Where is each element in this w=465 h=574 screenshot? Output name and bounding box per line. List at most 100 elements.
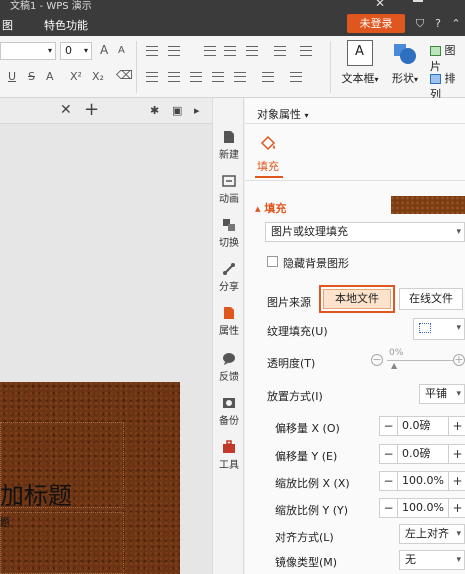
transparency-decrease-button[interactable]: −: [371, 354, 383, 366]
shape-button[interactable]: 形状▾: [388, 40, 422, 86]
scale-y-stepper[interactable]: − 100.0% +: [379, 498, 465, 518]
shrink-font-button[interactable]: A: [118, 45, 125, 56]
offset-x-decrease[interactable]: −: [380, 417, 398, 435]
textbox-button[interactable]: A 文本框▾: [338, 40, 382, 86]
slide[interactable]: 加标题 题: [0, 382, 180, 574]
sidebar-item-properties[interactable]: 属性: [213, 306, 245, 337]
alignment-dropdown[interactable]: 左上对齐 ▾: [399, 524, 465, 544]
offset-y-stepper[interactable]: − 0.0磅 +: [379, 444, 465, 464]
help-icon[interactable]: ?: [432, 18, 444, 30]
scale-y-decrease[interactable]: −: [380, 499, 398, 517]
slide-canvas: 加标题 题: [0, 124, 212, 574]
sidebar-item-toolbox[interactable]: 工具: [213, 440, 245, 471]
transition-icon: [223, 219, 235, 231]
hide-background-checkbox[interactable]: [267, 256, 278, 267]
texture-fill-dropdown[interactable]: ▾: [413, 318, 465, 340]
decrease-indent-icon[interactable]: [204, 46, 216, 56]
text-direction-icon[interactable]: [246, 46, 258, 56]
slide-subtitle: 题: [0, 518, 10, 529]
close-tab-icon[interactable]: ✕: [60, 102, 72, 118]
placement-label: 放置方式(I): [267, 390, 323, 403]
menu-item-picture[interactable]: 图: [2, 17, 13, 33]
offset-x-stepper[interactable]: − 0.0磅 +: [379, 416, 465, 436]
picture-icon: [430, 46, 441, 56]
sidebar-item-animation[interactable]: 动画: [213, 174, 245, 205]
scale-x-decrease[interactable]: −: [380, 472, 398, 490]
align-left-icon[interactable]: [146, 72, 158, 82]
scale-y-increase[interactable]: +: [448, 499, 465, 517]
offset-y-increase[interactable]: +: [448, 445, 465, 463]
line-spacing-icon[interactable]: [262, 72, 274, 82]
object-properties-panel: 对象属性 ▾ 填充 ▴ 填充 图片或纹理填充 ▾ 隐藏背景图形 图片来源 本地文件…: [245, 98, 465, 574]
align-center-icon[interactable]: [168, 72, 180, 82]
login-button[interactable]: 未登录: [347, 14, 405, 33]
sidebar-item-transition[interactable]: 切换: [213, 218, 245, 249]
clear-format-icon[interactable]: ⌫: [116, 68, 133, 82]
chevron-up-icon[interactable]: ⌃: [450, 18, 462, 30]
local-file-button-frame[interactable]: 本地文件: [319, 285, 395, 313]
paragraph-spacing-icon[interactable]: [290, 72, 302, 82]
superscript-button[interactable]: X²: [70, 70, 82, 83]
sidebar-item-feedback[interactable]: 反馈: [213, 352, 245, 383]
columns-icon[interactable]: [300, 46, 312, 56]
texture-icon: [419, 323, 431, 333]
distribute-icon[interactable]: [234, 72, 246, 82]
close-icon[interactable]: ✕: [375, 0, 385, 10]
pin-icon[interactable]: ✱: [150, 104, 159, 117]
new-tab-icon[interactable]: +: [84, 99, 99, 120]
fill-section-header[interactable]: ▴ 填充: [255, 200, 286, 216]
menu-bar: 图 特色功能 未登录 ⛉ ? ⌃: [0, 12, 465, 36]
subtitle-placeholder[interactable]: [0, 512, 124, 574]
sidebar-item-share[interactable]: 分享: [213, 262, 245, 293]
mirror-type-label: 镜像类型(M): [275, 556, 338, 569]
justify-icon[interactable]: [212, 72, 224, 82]
sidebar-item-new[interactable]: 新建: [213, 130, 245, 161]
subscript-button[interactable]: X₂: [92, 70, 104, 83]
fill-type-dropdown[interactable]: 图片或纹理填充 ▾: [265, 222, 465, 242]
arrange-icon: [430, 74, 441, 84]
save-icon[interactable]: ▣: [172, 104, 182, 117]
toolbox-icon: [223, 440, 235, 453]
numbering-icon[interactable]: [168, 46, 180, 56]
strikethrough-button[interactable]: S: [28, 70, 35, 83]
offset-x-increase[interactable]: +: [448, 417, 465, 435]
grow-font-button[interactable]: A: [100, 43, 108, 57]
scale-x-increase[interactable]: +: [448, 472, 465, 490]
increase-indent-icon[interactable]: [224, 46, 236, 56]
fill-preview-swatch[interactable]: [391, 196, 465, 214]
tab-menu-icon[interactable]: ▸: [194, 104, 200, 117]
mirror-type-dropdown[interactable]: 无 ▾: [399, 550, 465, 570]
properties-icon: [224, 307, 234, 319]
document-title: 文稿1 - WPS 演示: [10, 1, 92, 12]
transparency-increase-button[interactable]: +: [453, 354, 465, 366]
transparency-value: 0%: [389, 348, 404, 358]
font-name-combo[interactable]: ▾: [0, 42, 56, 60]
menu-item-special[interactable]: 特色功能: [44, 17, 88, 33]
feedback-icon: [223, 353, 235, 365]
align-text-icon[interactable]: [274, 46, 286, 56]
offset-y-decrease[interactable]: −: [380, 445, 398, 463]
align-right-icon[interactable]: [190, 72, 202, 82]
font-color-button[interactable]: A: [46, 70, 54, 83]
placement-dropdown[interactable]: 平铺 ▾: [419, 384, 465, 404]
transparency-label: 透明度(T): [267, 357, 316, 370]
tab-fill[interactable]: 填充: [257, 158, 279, 174]
paint-bucket-icon: [260, 135, 276, 151]
backup-icon: [223, 398, 235, 408]
scale-x-stepper[interactable]: − 100.0% +: [379, 471, 465, 491]
offset-y-label: 偏移量 Y (E): [275, 450, 338, 463]
local-file-button[interactable]: 本地文件: [323, 289, 391, 309]
panel-title[interactable]: 对象属性 ▾: [257, 106, 309, 122]
document-tab-strip: ✕ + ✱ ▣ ▸: [0, 98, 212, 124]
new-icon: [224, 131, 234, 143]
underline-button[interactable]: U: [8, 70, 16, 83]
minimize-icon[interactable]: [413, 0, 423, 2]
transparency-slider-handle[interactable]: ▲: [391, 361, 397, 370]
sidebar-item-backup[interactable]: 备份: [213, 396, 245, 427]
skin-icon[interactable]: ⛉: [414, 18, 426, 30]
online-file-button[interactable]: 在线文件: [399, 288, 463, 310]
texture-fill-label: 纹理填充(U): [267, 325, 328, 338]
offset-x-label: 偏移量 X (O): [275, 422, 340, 435]
bullets-icon[interactable]: [146, 46, 158, 56]
font-size-combo[interactable]: 0 ▾: [60, 42, 92, 60]
